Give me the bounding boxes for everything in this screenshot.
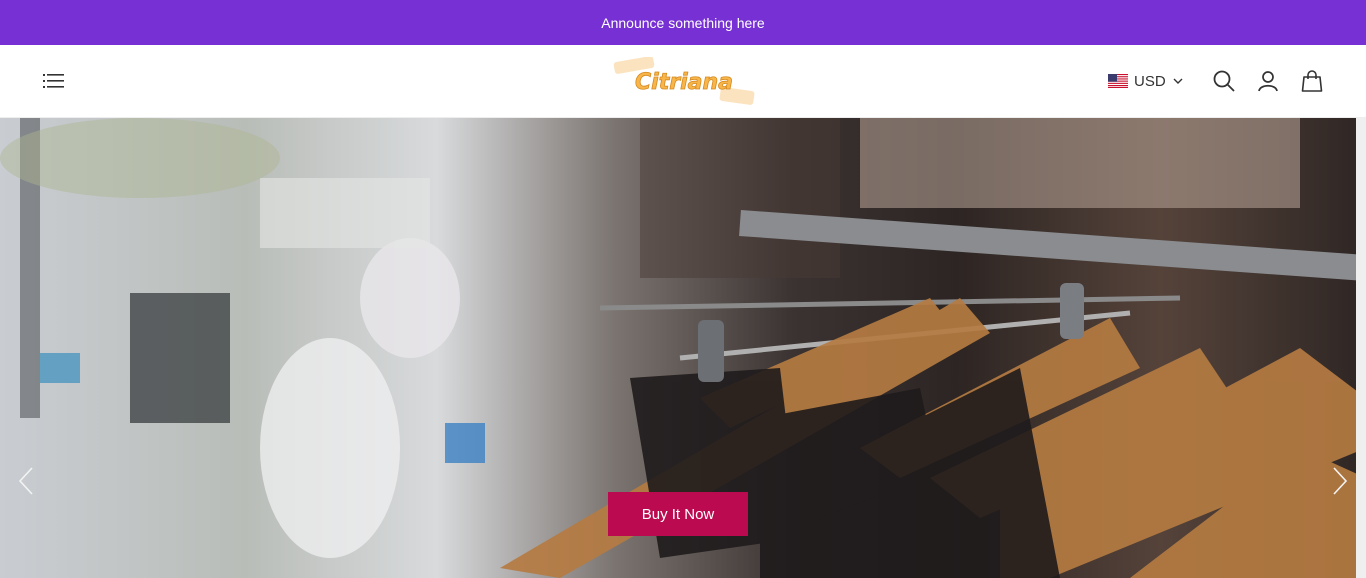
- site-header: Citriana USD: [0, 45, 1366, 118]
- currency-selector[interactable]: USD: [1108, 69, 1184, 93]
- account-icon[interactable]: [1256, 69, 1280, 93]
- logo[interactable]: Citriana: [612, 56, 756, 107]
- announcement-text: Announce something here: [601, 14, 765, 31]
- currency-label: USD: [1134, 72, 1166, 90]
- chevron-left-icon[interactable]: [14, 464, 38, 498]
- hero-slider: Buy It Now: [0, 118, 1366, 578]
- chevron-down-icon: [1173, 78, 1183, 84]
- menu-icon[interactable]: [40, 70, 68, 92]
- us-flag-icon: [1108, 74, 1128, 88]
- logo-text: Citriana: [635, 70, 733, 95]
- chevron-right-icon[interactable]: [1328, 464, 1352, 498]
- announcement-bar: Announce something here: [0, 0, 1366, 45]
- hero-edge: [1356, 118, 1366, 578]
- buy-it-now-button[interactable]: Buy It Now: [608, 492, 748, 536]
- search-icon[interactable]: [1212, 69, 1236, 93]
- cart-bag-icon[interactable]: [1300, 69, 1324, 93]
